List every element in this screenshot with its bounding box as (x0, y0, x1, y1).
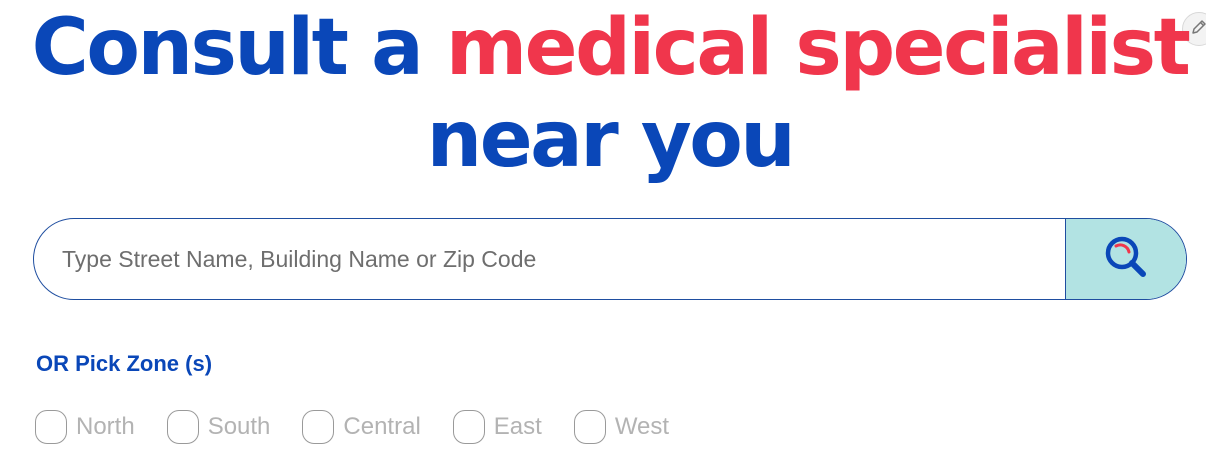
page-title: Consult a medical specialist near you (0, 2, 1206, 186)
zone-checkbox[interactable] (573, 410, 606, 444)
zone-option-north[interactable]: North (35, 410, 135, 444)
search-icon (1099, 230, 1153, 289)
zone-checkbox[interactable] (166, 410, 199, 444)
zone-checkbox[interactable] (302, 410, 335, 444)
page: Consult a medical specialist near you OR… (0, 0, 1206, 457)
zone-label: OR Pick Zone (s) (36, 351, 213, 376)
zone-option-south[interactable]: South (166, 410, 271, 444)
zone-option-label: South (207, 413, 271, 440)
search-button[interactable] (1065, 219, 1186, 299)
headline-line-2: near you (426, 95, 796, 185)
headline-line-1: Consult a medical specialist (0, 2, 1206, 94)
zone-option-east[interactable]: East (452, 410, 542, 444)
zone-checkbox[interactable] (452, 410, 485, 444)
headline-part-1: Consult a (31, 3, 446, 93)
search-bar (33, 218, 1187, 300)
zone-option-label: West (614, 413, 670, 440)
search-input[interactable] (34, 219, 1065, 299)
zone-checkbox[interactable] (35, 410, 67, 444)
zone-option-label: East (493, 413, 542, 440)
zone-option-central[interactable]: Central (302, 410, 421, 444)
zone-option-label: Central (343, 413, 421, 440)
zone-option-label: North (76, 413, 135, 440)
headline-accent: medical specialist (445, 3, 1191, 93)
zone-option-west[interactable]: West (573, 410, 670, 444)
zone-options: North South Central East West (35, 410, 701, 444)
